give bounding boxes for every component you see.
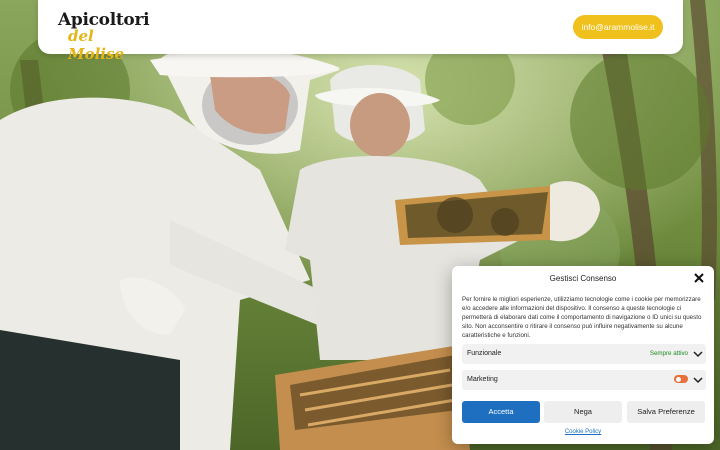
category-label: Marketing: [467, 376, 498, 383]
consent-description: Per fornire le migliori esperienze, util…: [462, 296, 702, 340]
category-marketing[interactable]: Marketing: [462, 370, 706, 390]
save-preferences-button[interactable]: Salva Preferenze: [627, 401, 705, 423]
cookie-consent-dialog: Gestisci Consenso Per fornire le miglior…: [452, 266, 714, 444]
email-button[interactable]: info@arammolise.it: [573, 15, 663, 39]
always-active-status: Sempre attivo: [649, 350, 688, 357]
deny-button[interactable]: Nega: [544, 401, 622, 423]
site-header: Apicoltori del Molise info@arammolise.it: [38, 0, 683, 63]
logo-subtitle: del Molise: [68, 27, 124, 63]
site-logo[interactable]: Apicoltori del Molise: [58, 10, 150, 63]
cookie-policy-link[interactable]: Cookie Policy: [452, 429, 714, 435]
accept-button[interactable]: Accetta: [462, 401, 540, 423]
category-functional[interactable]: Funzionale Sempre attivo: [462, 344, 706, 364]
category-label: Funzionale: [467, 350, 502, 357]
close-icon[interactable]: [693, 272, 705, 284]
dialog-title: Gestisci Consenso: [549, 274, 617, 283]
chevron-down-icon[interactable]: [693, 375, 703, 385]
marketing-toggle[interactable]: [674, 375, 688, 383]
chevron-down-icon[interactable]: [693, 349, 703, 359]
